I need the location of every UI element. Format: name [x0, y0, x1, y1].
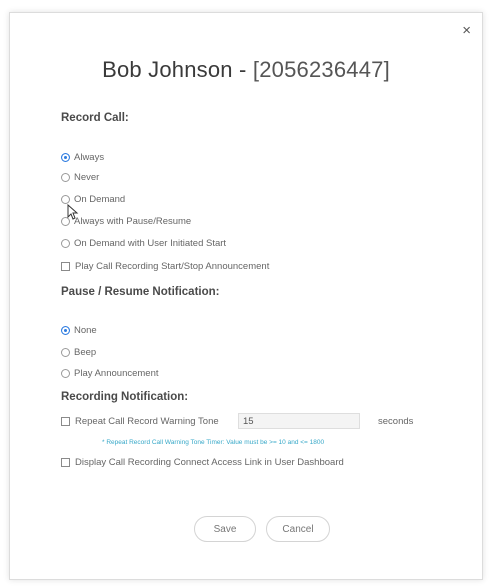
checkbox[interactable]: [61, 457, 70, 467]
radio-icon[interactable]: [61, 347, 70, 357]
option-label: Play Announcement: [74, 367, 159, 379]
record-option-on-demand-user-start[interactable]: On Demand with User Initiated Start: [61, 236, 226, 250]
checkbox-label: Display Call Recording Connect Access Li…: [75, 456, 344, 468]
announcement-checkbox-row[interactable]: Play Call Recording Start/Stop Announcem…: [61, 259, 269, 273]
pause-option-none[interactable]: None: [61, 323, 97, 337]
cancel-button[interactable]: Cancel: [266, 516, 330, 542]
record-option-always-pause-resume[interactable]: Always with Pause/Resume: [61, 214, 191, 228]
dialog-title: Bob Johnson - [2056236447]: [10, 57, 482, 83]
mouse-cursor-icon: [67, 204, 79, 220]
radio-icon[interactable]: [61, 368, 70, 378]
option-label: Beep: [74, 346, 97, 358]
tone-hint-text: * Repeat Record Call Warning Tone Timer:…: [102, 439, 325, 446]
user-number: [2056236447]: [252, 57, 390, 82]
option-label: None: [74, 324, 97, 336]
user-name: Bob Johnson: [102, 57, 233, 82]
checkbox[interactable]: [61, 416, 70, 426]
checkbox[interactable]: [61, 261, 70, 271]
save-button[interactable]: Save: [194, 516, 256, 542]
pause-option-play-announcement[interactable]: Play Announcement: [61, 366, 159, 380]
title-separator: -: [232, 57, 253, 82]
radio-selected-icon[interactable]: [61, 325, 70, 335]
option-label: Always with Pause/Resume: [74, 215, 192, 227]
radio-icon[interactable]: [61, 238, 70, 248]
record-option-always[interactable]: Always: [61, 150, 104, 164]
checkbox-label: Play Call Recording Start/Stop Announcem…: [75, 260, 270, 272]
dashboard-link-checkbox-row[interactable]: Display Call Recording Connect Access Li…: [61, 455, 344, 469]
close-icon[interactable]: ×: [462, 23, 471, 38]
option-label: Never: [74, 171, 100, 183]
recording-notification-heading: Recording Notification:: [61, 391, 189, 403]
option-label: Always: [74, 151, 105, 163]
record-option-never[interactable]: Never: [61, 170, 99, 184]
radio-icon[interactable]: [61, 172, 70, 182]
option-label: On Demand with User Initiated Start: [74, 237, 227, 249]
warning-tone-input[interactable]: [238, 413, 360, 429]
radio-selected-icon[interactable]: [61, 152, 70, 162]
call-recording-dialog: × Bob Johnson - [2056236447] Record Call…: [9, 12, 483, 580]
pause-resume-heading: Pause / Resume Notification:: [61, 286, 220, 298]
record-call-heading: Record Call:: [61, 112, 129, 124]
option-label: On Demand: [74, 193, 126, 205]
checkbox-label: Repeat Call Record Warning Tone: [75, 415, 219, 427]
radio-icon[interactable]: [61, 194, 70, 204]
repeat-tone-checkbox-row[interactable]: Repeat Call Record Warning Tone: [61, 414, 219, 428]
pause-option-beep[interactable]: Beep: [61, 345, 96, 359]
seconds-label: seconds: [378, 416, 414, 427]
